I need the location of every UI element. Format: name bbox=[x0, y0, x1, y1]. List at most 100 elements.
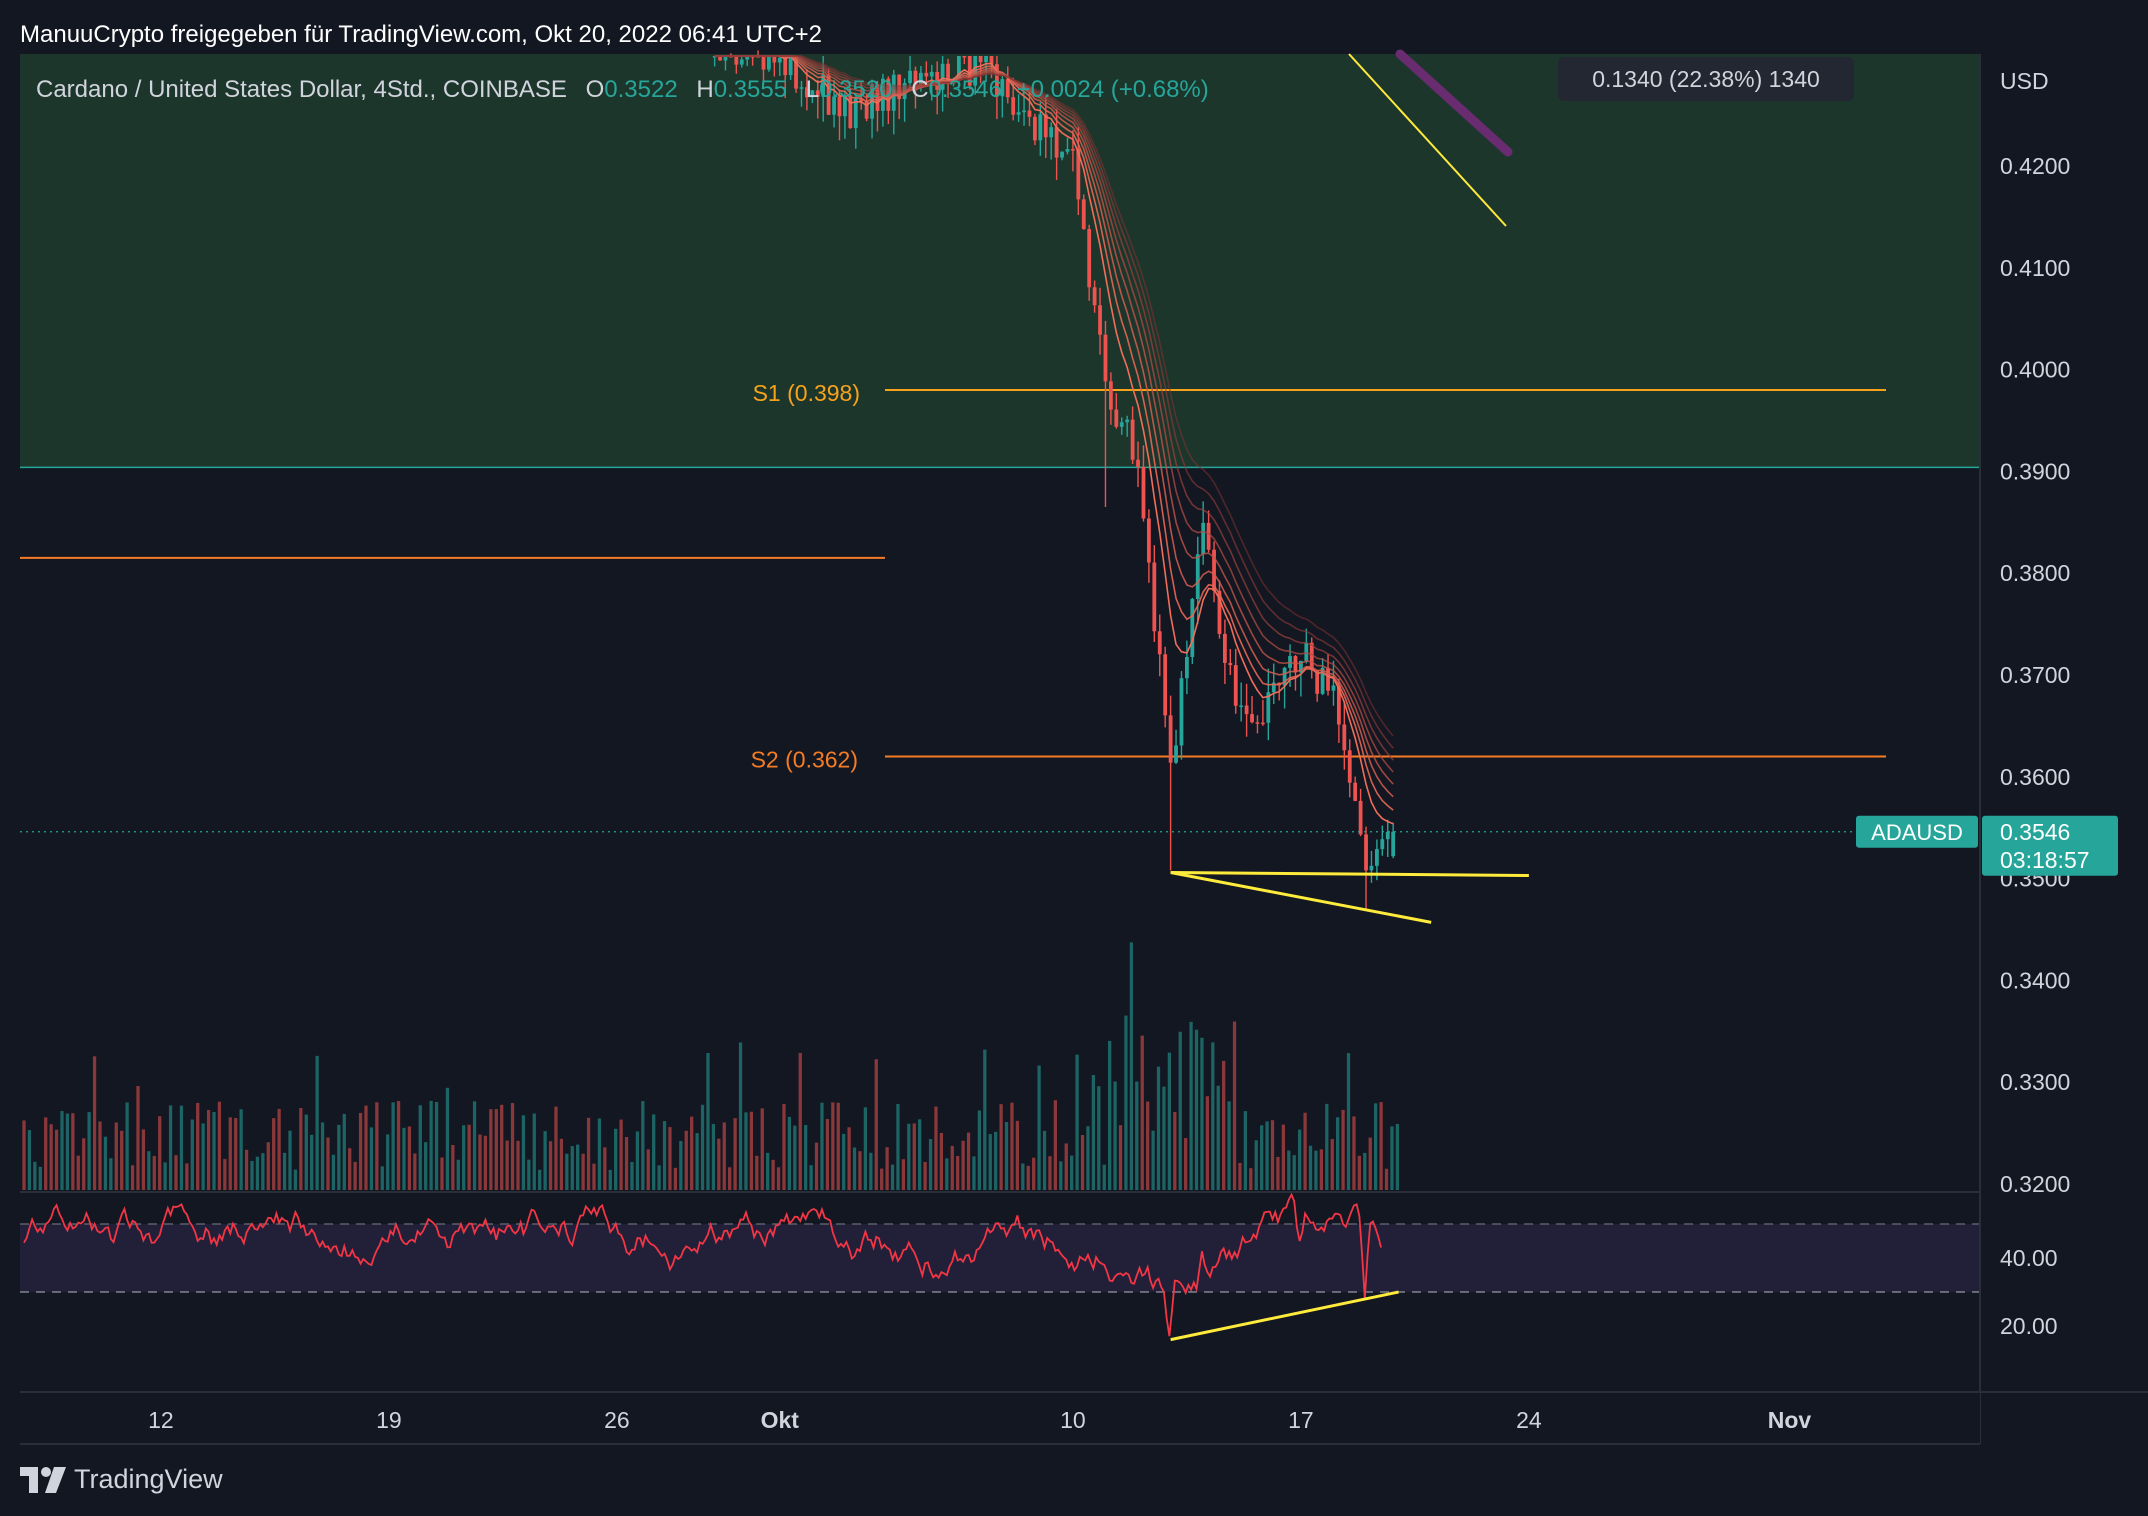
volume-bar bbox=[310, 1134, 314, 1190]
volume-bar bbox=[483, 1135, 488, 1190]
candle-body bbox=[1136, 459, 1140, 467]
tradingview-logo[interactable]: TradingView bbox=[20, 1464, 223, 1495]
volume-bar bbox=[755, 1155, 759, 1190]
volume-bar bbox=[1124, 1015, 1128, 1190]
candle-body bbox=[1103, 334, 1108, 382]
candle-body bbox=[1125, 419, 1130, 423]
volume-bar bbox=[1048, 1156, 1052, 1190]
candle[interactable] bbox=[1081, 194, 1086, 230]
volume-bar bbox=[1243, 1111, 1248, 1190]
volume-bar bbox=[766, 1152, 770, 1190]
volume-bar bbox=[87, 1112, 91, 1190]
volume-bar bbox=[776, 1167, 781, 1190]
volume-bar bbox=[413, 1153, 417, 1190]
candle-body bbox=[1244, 705, 1249, 715]
volume-bar bbox=[1265, 1121, 1269, 1190]
time-axis[interactable] bbox=[20, 1392, 1980, 1444]
volume-bar bbox=[809, 1165, 813, 1190]
volume-bar bbox=[662, 1121, 667, 1190]
volume-bar bbox=[1363, 1152, 1367, 1190]
candle-body bbox=[1152, 562, 1157, 632]
volume-bar bbox=[1118, 1125, 1123, 1190]
volume-bar bbox=[462, 1125, 466, 1190]
volume-bar bbox=[223, 1159, 227, 1190]
volume-bar bbox=[657, 1165, 661, 1190]
volume-bar bbox=[1232, 1021, 1237, 1190]
volume-bar bbox=[559, 1138, 564, 1190]
volume-bar bbox=[939, 1133, 944, 1190]
s2-label: S2 (0.362) bbox=[751, 746, 858, 772]
price-tick-label: 0.3800 bbox=[2000, 560, 2070, 586]
volume-bar bbox=[342, 1113, 346, 1190]
volume-bar bbox=[624, 1137, 629, 1190]
volume-bar bbox=[684, 1130, 688, 1190]
candle[interactable] bbox=[767, 56, 771, 72]
volume-bar bbox=[1135, 1081, 1139, 1190]
volume-bar bbox=[717, 1138, 721, 1190]
volume-bar bbox=[152, 1155, 156, 1190]
candle-body bbox=[1016, 112, 1021, 115]
candle-body bbox=[1326, 667, 1330, 691]
volume-bar bbox=[277, 1108, 281, 1190]
volume-bar bbox=[619, 1119, 623, 1190]
price-tick-label: 0.3400 bbox=[2000, 967, 2070, 993]
candle-body bbox=[1022, 110, 1026, 113]
volume-bar bbox=[1254, 1140, 1258, 1190]
volume-bar bbox=[185, 1163, 189, 1190]
publisher-line: ManuuCrypto freigegeben für TradingView.… bbox=[20, 21, 823, 48]
chart-canvas[interactable]: S1 (0.398) S2 (0.362) 0.1340 (22.38%) 1340… bbox=[0, 0, 2148, 1516]
volume-bar bbox=[472, 1101, 477, 1190]
volume-bar bbox=[858, 1151, 862, 1190]
volume-bar bbox=[1194, 1029, 1199, 1190]
volume-bar bbox=[1015, 1120, 1020, 1190]
volume-bar bbox=[679, 1140, 683, 1190]
price-tick-label: 0.4200 bbox=[2000, 153, 2070, 179]
symbol-legend[interactable]: Cardano / United States Dollar, 4Std., C… bbox=[36, 76, 1209, 104]
volume-bar bbox=[706, 1052, 710, 1190]
volume-bar bbox=[733, 1118, 737, 1190]
candle[interactable] bbox=[1190, 597, 1195, 664]
support-zone[interactable] bbox=[20, 54, 1980, 468]
candle-body bbox=[1331, 685, 1336, 691]
time-tick-label: 10 bbox=[1060, 1407, 1086, 1433]
volume-bar bbox=[76, 1155, 80, 1190]
volume-bar bbox=[1140, 1035, 1144, 1190]
volume-bar bbox=[1292, 1155, 1296, 1190]
candle-body bbox=[1033, 116, 1037, 141]
price-badge-countdown: 03:18:57 bbox=[2000, 847, 2090, 873]
ohlc-o-value: 0.3522 bbox=[604, 76, 678, 103]
volume-bar bbox=[983, 1049, 987, 1190]
price-tick-label: 0.3700 bbox=[2000, 662, 2070, 688]
candle-body bbox=[1369, 865, 1374, 871]
candle-body bbox=[1054, 127, 1059, 158]
volume-bar bbox=[103, 1136, 108, 1190]
candle-body bbox=[1081, 199, 1086, 230]
measure-tooltip[interactable]: 0.1340 (22.38%) 1340 bbox=[1558, 57, 1854, 101]
volume-bar bbox=[1173, 1111, 1177, 1190]
candle[interactable] bbox=[1163, 646, 1168, 728]
volume-bar bbox=[1059, 1161, 1063, 1190]
volume-bar bbox=[1336, 1117, 1340, 1190]
candle-body bbox=[1260, 722, 1265, 725]
volume-bar bbox=[1167, 1052, 1172, 1190]
volume-bar bbox=[1026, 1165, 1030, 1190]
candle-body bbox=[1174, 745, 1178, 763]
ohlc-c-label: C bbox=[911, 76, 929, 103]
candle-body bbox=[1163, 654, 1168, 716]
volume-bar bbox=[814, 1142, 819, 1190]
volume-bar bbox=[836, 1102, 840, 1190]
volume-bar bbox=[852, 1147, 857, 1190]
time-tick-label: Okt bbox=[761, 1407, 800, 1433]
volume-bar bbox=[130, 1165, 135, 1190]
price-tick-label: 0.3200 bbox=[2000, 1171, 2070, 1197]
volume-bar bbox=[1189, 1021, 1193, 1190]
volume-bar bbox=[228, 1117, 232, 1190]
candle-body bbox=[1168, 715, 1173, 763]
volume-bar bbox=[1341, 1109, 1345, 1190]
chart-stage[interactable]: S1 (0.398) S2 (0.362) 0.1340 (22.38%) 1340… bbox=[0, 0, 2148, 1516]
volume-bar bbox=[961, 1140, 965, 1190]
volume-bar bbox=[1211, 1042, 1215, 1190]
price-tick-label: 0.4000 bbox=[2000, 357, 2070, 383]
volume-bar bbox=[147, 1151, 151, 1190]
volume-bar bbox=[1368, 1137, 1372, 1190]
